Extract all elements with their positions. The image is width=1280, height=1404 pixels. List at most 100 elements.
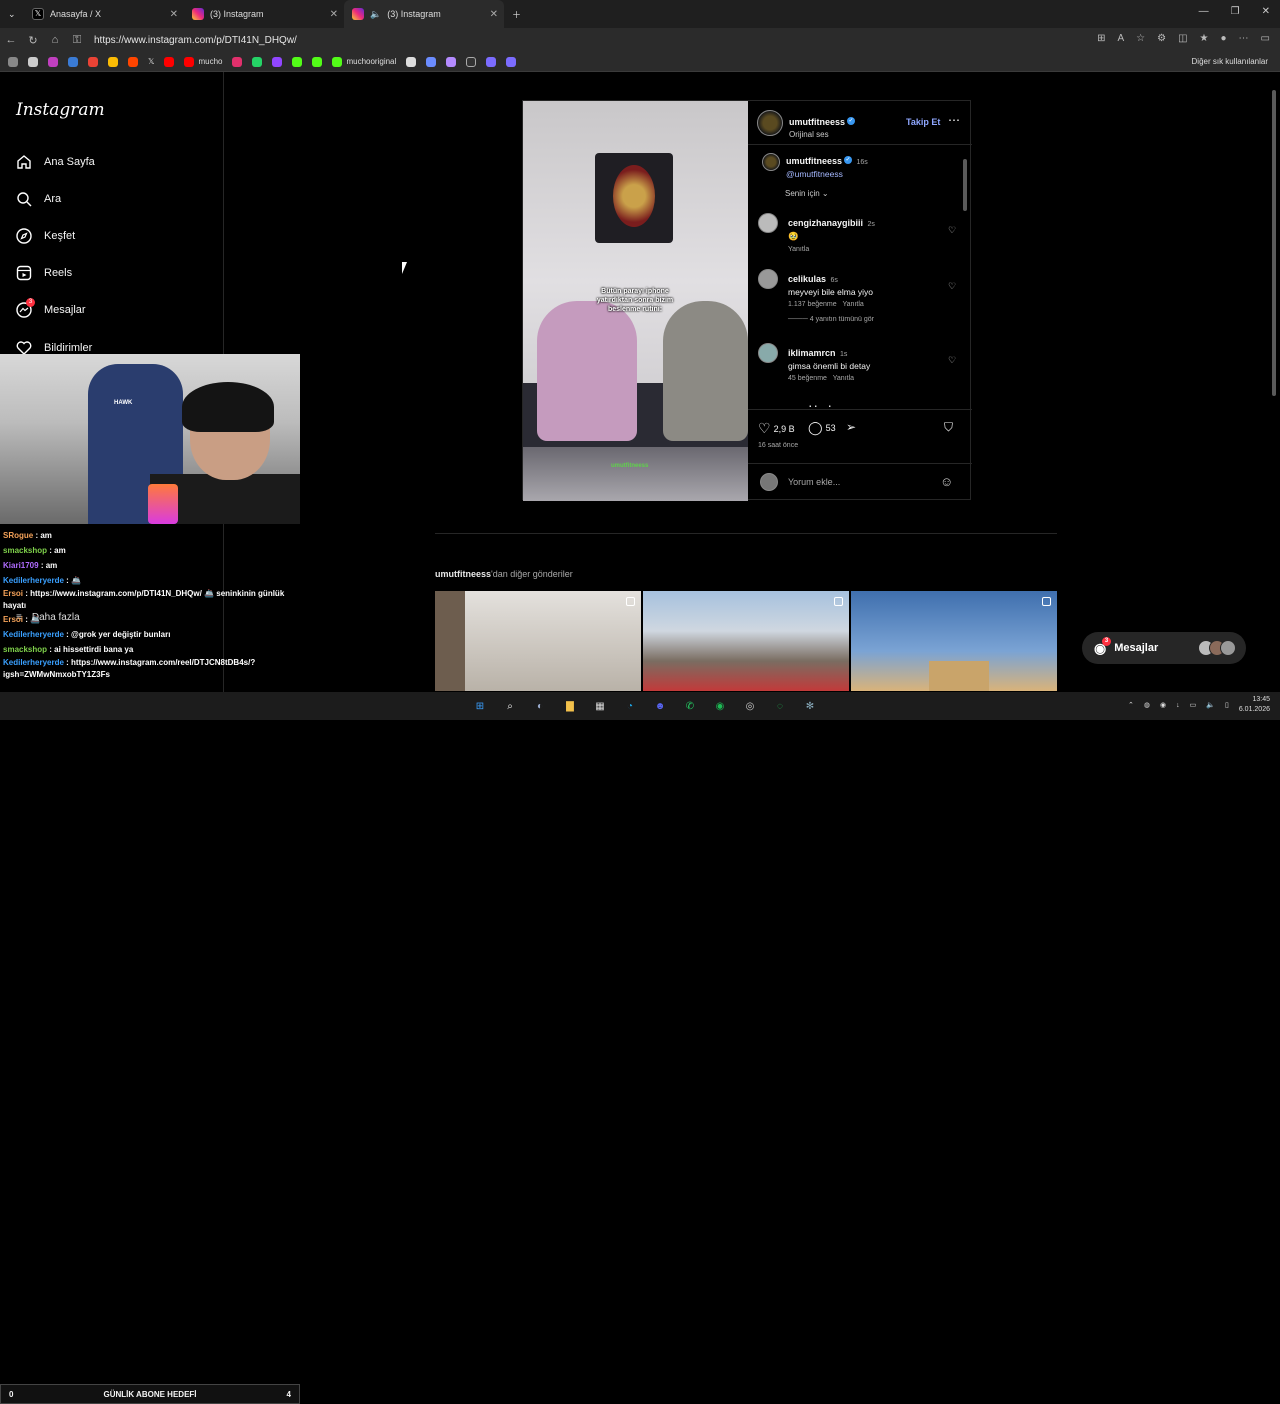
whatsapp-icon[interactable] xyxy=(252,56,263,67)
reddit-icon[interactable] xyxy=(128,56,138,67)
x-icon[interactable]: 𝕏 xyxy=(148,57,154,66)
youtube-icon[interactable] xyxy=(164,56,175,67)
post-thumbnail[interactable] xyxy=(851,591,1057,691)
tab-instagram-2[interactable]: 🔈 (3) Instagram ✕ xyxy=(344,0,504,28)
avatar[interactable] xyxy=(757,110,783,136)
bookmark-icon[interactable] xyxy=(486,56,497,67)
emoji-icon[interactable]: ☺ xyxy=(940,474,953,489)
page-scrollbar[interactable] xyxy=(1270,80,1278,690)
volume-icon[interactable]: 🔈 xyxy=(1206,701,1215,709)
like-button[interactable]: ♡ 2,9 B xyxy=(758,420,795,437)
windows-start-icon[interactable]: ⊞ xyxy=(470,696,490,716)
sidebar-item-search[interactable]: Ara xyxy=(16,191,61,207)
comment-input[interactable]: Yorum ekle... xyxy=(788,477,840,487)
sidebar-item-messages[interactable]: 3 Mesajlar xyxy=(16,298,86,318)
site-info-icon[interactable]: ⚿ xyxy=(66,34,88,47)
favorite-star-icon[interactable]: ☆ xyxy=(1136,33,1145,44)
caption-mention[interactable]: @umutfitneess xyxy=(786,169,868,179)
spotify-icon[interactable]: ◉ xyxy=(710,696,730,716)
bookmark-muchooriginal[interactable]: muchooriginal xyxy=(332,56,396,67)
sidebar-item-reels[interactable]: Reels xyxy=(16,265,72,281)
view-replies-button[interactable]: 4 yanıtın tümünü gör xyxy=(810,316,874,323)
refresh-icon[interactable]: ↻ xyxy=(22,34,44,47)
system-clock[interactable]: 13:45 6.01.2026 xyxy=(1239,695,1270,715)
comment-like-icon[interactable]: ♡ xyxy=(948,225,956,236)
new-tab-button[interactable]: ＋ xyxy=(504,0,529,28)
kick-icon[interactable] xyxy=(312,56,323,67)
post-thumbnail[interactable] xyxy=(643,591,849,691)
sidebar-item-explore[interactable]: Keşfet xyxy=(16,228,75,244)
tab-actions-button[interactable]: ⌄ xyxy=(0,0,24,28)
tray-app-icon[interactable]: ◍ xyxy=(1144,701,1150,709)
bookmark-icon[interactable] xyxy=(292,56,303,67)
reply-button[interactable]: Yanıtla xyxy=(788,246,875,253)
avatar[interactable] xyxy=(758,269,778,289)
whatsapp-icon[interactable]: ✆ xyxy=(680,696,700,716)
extensions-icon[interactable]: ⚙ xyxy=(1157,33,1166,44)
app-icon[interactable]: ◌ xyxy=(770,696,790,716)
maximize-icon[interactable]: ❐ xyxy=(1231,6,1240,17)
chevron-up-icon[interactable]: ⌃ xyxy=(1128,701,1134,709)
bookmark-icon[interactable] xyxy=(506,56,517,67)
search-icon[interactable]: ⌕ xyxy=(500,696,520,716)
comment-like-icon[interactable]: ♡ xyxy=(948,355,956,366)
close-icon[interactable]: ✕ xyxy=(490,9,498,20)
close-window-icon[interactable]: ✕ xyxy=(1262,6,1270,17)
avatar[interactable] xyxy=(758,343,778,363)
bookmark-icon[interactable] xyxy=(68,56,78,67)
tray-app-icon[interactable]: ↓ xyxy=(1176,702,1180,709)
reply-button[interactable]: Yanıtla xyxy=(843,301,864,308)
comments-scrollbar[interactable] xyxy=(962,145,968,407)
author-username[interactable]: umutfitneess xyxy=(789,117,845,127)
twitch-icon[interactable] xyxy=(272,56,283,67)
avatar[interactable] xyxy=(762,153,780,171)
audio-label[interactable]: Orijinal ses xyxy=(789,130,855,139)
caption-username[interactable]: umutfitneess xyxy=(786,156,842,166)
menu-icon[interactable]: ⋯ xyxy=(1239,33,1249,44)
openai-icon[interactable] xyxy=(406,56,417,67)
comment-like-icon[interactable]: ♡ xyxy=(948,281,956,292)
profile-icon[interactable]: ● xyxy=(1221,33,1227,44)
bookmark-icon[interactable] xyxy=(48,56,58,67)
post-video[interactable]: Bütün parayı iphone yatırdıktan sonra bi… xyxy=(523,101,748,501)
reply-button[interactable]: Yanıtla xyxy=(833,375,854,382)
bookmark-icon[interactable] xyxy=(426,56,437,67)
bookmark-icon[interactable] xyxy=(446,56,457,67)
chrome-icon[interactable] xyxy=(108,56,118,67)
instagram-icon[interactable] xyxy=(232,56,243,67)
post-thumbnail[interactable] xyxy=(435,591,641,691)
file-explorer-icon[interactable]: ▇ xyxy=(560,696,580,716)
back-icon[interactable]: ← xyxy=(0,34,22,46)
network-icon[interactable]: ▭ xyxy=(1190,701,1197,709)
battery-icon[interactable]: ▯ xyxy=(1225,701,1229,709)
more-options-icon[interactable]: ⋯ xyxy=(948,113,960,127)
store-icon[interactable]: ▦ xyxy=(590,696,610,716)
app-icon[interactable]: ✻ xyxy=(800,696,820,716)
instagram-logo[interactable]: Instagram xyxy=(16,100,105,120)
edge-icon[interactable]: ◔ xyxy=(620,696,640,716)
save-button[interactable]: ⛉ xyxy=(944,420,953,435)
tab-instagram-1[interactable]: (3) Instagram ✕ xyxy=(184,0,344,28)
split-screen-icon[interactable]: ◫ xyxy=(1178,33,1187,44)
app-available-icon[interactable]: ⊞ xyxy=(1097,33,1105,44)
tray-app-icon[interactable]: ◉ xyxy=(1160,701,1166,709)
close-icon[interactable]: ✕ xyxy=(330,9,338,20)
other-favorites[interactable]: Diğer sık kullanılanlar xyxy=(1192,57,1268,66)
sidebar-icon[interactable]: ▭ xyxy=(1261,33,1270,44)
share-button[interactable]: ➢ xyxy=(846,420,856,434)
steam-icon[interactable]: ◐ xyxy=(530,696,550,716)
favorites-icon[interactable]: ★ xyxy=(1200,33,1209,44)
avatar[interactable] xyxy=(758,213,778,233)
home-icon[interactable]: ⌂ xyxy=(44,34,66,46)
bookmark-icon[interactable] xyxy=(466,56,477,67)
comment-button[interactable]: ◯ 53 xyxy=(808,420,836,436)
obs-icon[interactable]: ◎ xyxy=(740,696,760,716)
messages-pill-button[interactable]: ◉ 3 Mesajlar xyxy=(1082,632,1246,664)
comment-sort-dropdown[interactable]: Senin için ⌄ xyxy=(785,189,829,198)
minimize-icon[interactable]: — xyxy=(1199,6,1209,17)
sidebar-item-home[interactable]: Ana Sayfa xyxy=(16,154,95,170)
tab-x[interactable]: 𝕏 Anasayfa / X ✕ xyxy=(24,0,184,28)
follow-button[interactable]: Takip Et xyxy=(906,117,940,127)
discord-icon[interactable]: ☻ xyxy=(650,696,670,716)
bookmark-icon[interactable] xyxy=(8,56,18,67)
